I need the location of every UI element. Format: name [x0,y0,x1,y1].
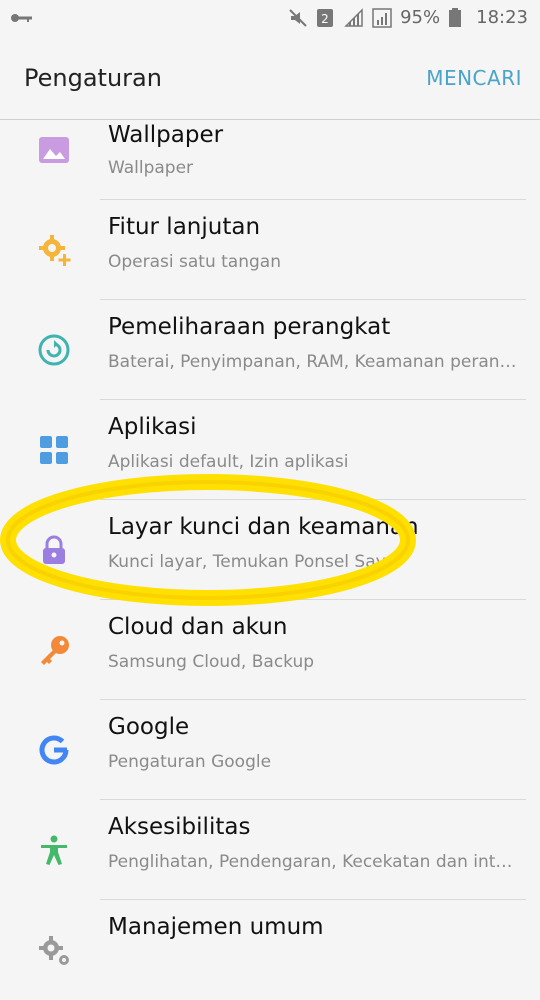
item-title: Manajemen umum [108,914,324,940]
google-icon [38,734,70,766]
wallpaper-icon [38,134,70,166]
gear-plus-icon [38,234,71,266]
settings-item-advanced[interactable]: Fitur lanjutan Operasi satu tangan [0,200,540,300]
settings-list: Wallpaper Wallpaper Fitur lanjutan Opera… [0,120,540,1000]
search-button[interactable]: MENCARI [426,66,522,90]
settings-item-general-management[interactable]: Manajemen umum [0,900,540,1000]
item-subtitle: Pengaturan Google [108,752,272,772]
lock-icon [38,534,70,566]
item-subtitle: Wallpaper [108,158,194,178]
item-title: Layar kunci dan keamanan [108,514,419,540]
signal-icon [344,7,364,28]
settings-item-google[interactable]: Google Pengaturan Google [0,700,540,800]
settings-item-device-maintenance[interactable]: Pemeliharaan perangkat Baterai, Penyimpa… [0,300,540,400]
settings-item-lockscreen-security[interactable]: Layar kunci dan keamanan Kunci layar, Te… [0,500,540,600]
item-title: Fitur lanjutan [108,214,261,240]
key-icon [10,9,34,30]
item-subtitle: Samsung Cloud, Backup [108,652,315,672]
item-title: Google [108,714,190,740]
key-icon [38,634,70,666]
item-subtitle: Baterai, Penyimpanan, RAM, Keamanan pera… [108,352,517,372]
gears-icon [38,934,70,966]
item-subtitle: Kunci layar, Temukan Ponsel Saya [108,552,397,572]
apps-grid-icon [38,434,70,466]
sim-icon: 2 [316,8,336,28]
status-bar: 2 95% 18:23 [0,0,540,38]
settings-item-wallpaper[interactable]: Wallpaper Wallpaper [0,120,540,200]
item-subtitle: Aplikasi default, Izin aplikasi [108,452,349,472]
accessibility-icon [38,834,70,866]
settings-item-cloud-accounts[interactable]: Cloud dan akun Samsung Cloud, Backup [0,600,540,700]
page-title: Pengaturan [24,64,162,92]
settings-item-accessibility[interactable]: Aksesibilitas Penglihatan, Pendengaran, … [0,800,540,900]
battery-icon [448,7,468,28]
item-title: Aksesibilitas [108,814,251,840]
app-bar: Pengaturan MENCARI [0,38,540,120]
item-title: Pemeliharaan perangkat [108,314,391,340]
item-subtitle: Penglihatan, Pendengaran, Kecekatan dan … [108,852,513,872]
battery-percent: 95% [400,7,441,28]
item-subtitle: Operasi satu tangan [108,252,281,272]
settings-item-apps[interactable]: Aplikasi Aplikasi default, Izin aplikasi [0,400,540,500]
clock: 18:23 [476,7,528,28]
item-title: Cloud dan akun [108,614,288,640]
item-title: Wallpaper [108,122,224,148]
item-title: Aplikasi [108,414,197,440]
sim-label: 2 [321,12,329,26]
signal-2-icon [372,7,392,28]
device-maintenance-icon [38,334,70,366]
mute-icon [288,8,308,28]
